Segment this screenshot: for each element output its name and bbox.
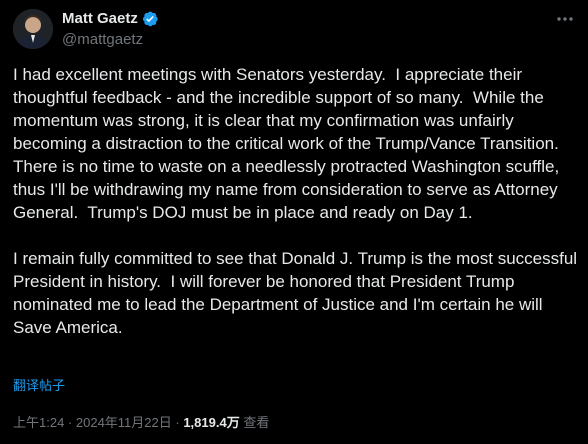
post-meta: 上午1:24 · 2024年11月22日 · 1,819.4万 查看 [13,415,269,431]
views-count: 1,819.4万 [183,415,240,430]
post-time[interactable]: 上午1:24 [13,415,64,430]
meta-separator-2: · [171,415,184,430]
post: Matt Gaetz @mattgaetz I had excellent me… [0,0,588,444]
author-display-name[interactable]: Matt Gaetz [62,9,138,29]
author-handle[interactable]: @mattgaetz [62,30,159,50]
avatar[interactable] [13,9,53,49]
post-paragraph-2: I remain fully committed to see that Don… [13,249,582,337]
views-label: 查看 [243,415,270,430]
avatar-image [13,9,53,49]
post-text: I had excellent meetings with Senators y… [13,63,583,339]
verified-badge-icon[interactable] [141,10,159,28]
post-paragraph-1: I had excellent meetings with Senators y… [13,65,568,222]
name-row: Matt Gaetz [62,9,159,29]
author-block: Matt Gaetz @mattgaetz [62,9,159,50]
more-options-icon[interactable] [554,9,576,29]
post-date[interactable]: 2024年11月22日 [76,415,172,430]
translate-post-link[interactable]: 翻译帖子 [13,378,65,394]
meta-separator: · [64,415,76,430]
